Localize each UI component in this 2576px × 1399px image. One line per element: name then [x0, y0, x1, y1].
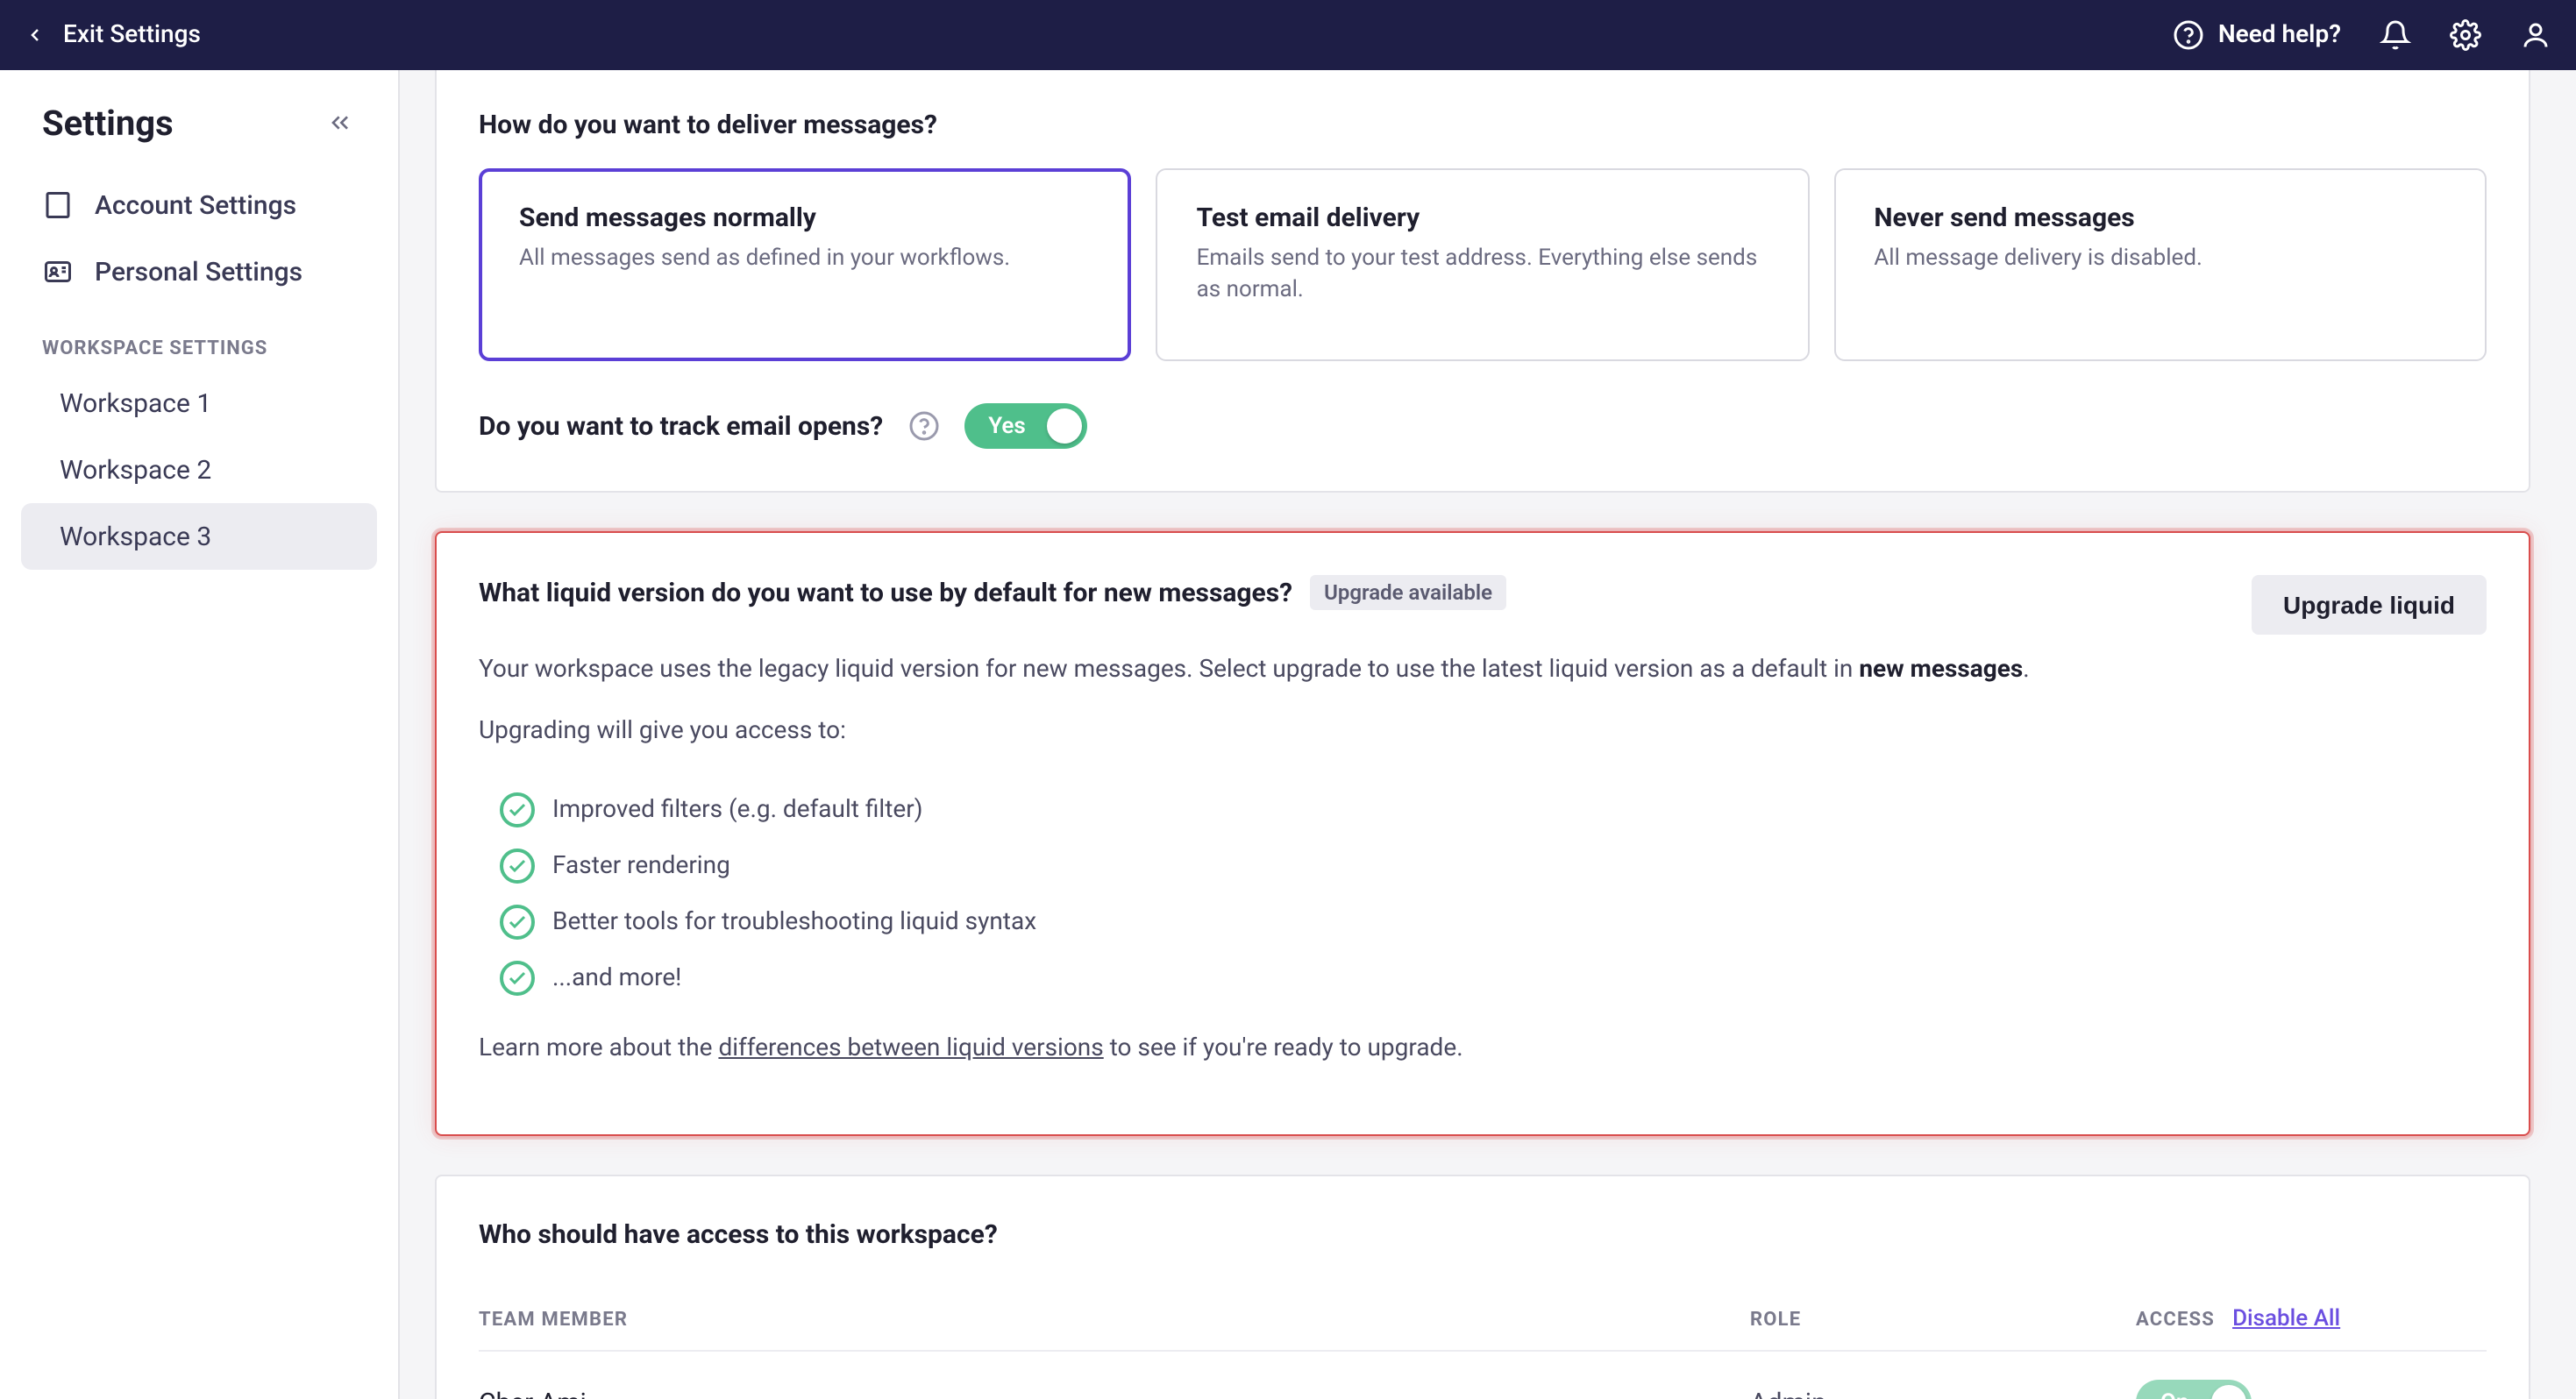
sidebar: Settings Account Settings Personal Setti…: [0, 70, 400, 1399]
building-icon: [42, 189, 74, 221]
liquid-versions-link[interactable]: differences between liquid versions: [718, 1034, 1103, 1062]
disable-all-link[interactable]: Disable All: [2232, 1306, 2340, 1332]
col-role: ROLE: [1750, 1308, 2136, 1331]
exit-settings-label: Exit Settings: [63, 21, 201, 49]
benefit-item: ...and more!: [500, 950, 2487, 1006]
delivery-panel: How do you want to deliver messages? Sen…: [435, 70, 2530, 493]
delivery-card-test[interactable]: Test email delivery Emails send to your …: [1156, 168, 1810, 361]
upgrade-available-pill: Upgrade available: [1310, 575, 1506, 610]
col-team-member: TEAM MEMBER: [479, 1308, 1750, 1331]
sidebar-title: Settings: [42, 102, 174, 144]
toggle-knob: [1046, 408, 1081, 444]
collapse-sidebar-icon[interactable]: [324, 107, 356, 138]
check-circle-icon: [500, 792, 535, 827]
check-circle-icon: [500, 961, 535, 996]
card-desc: All messages send as defined in your wor…: [519, 244, 1092, 275]
help-circle-icon[interactable]: [907, 410, 939, 442]
sidebar-workspace-1[interactable]: Workspace 1: [21, 370, 377, 437]
card-title: Send messages normally: [519, 202, 1092, 233]
sidebar-item-personal-settings[interactable]: Personal Settings: [21, 238, 377, 305]
track-opens-label: Do you want to track email opens?: [479, 410, 883, 442]
content-area: How do you want to deliver messages? Sen…: [400, 70, 2576, 1399]
check-circle-icon: [500, 849, 535, 884]
sidebar-workspace-label: Workspace 2: [60, 454, 211, 486]
sidebar-workspace-3[interactable]: Workspace 3: [21, 503, 377, 570]
toggle-label: Yes: [964, 413, 1026, 439]
upgrade-liquid-button[interactable]: Upgrade liquid: [2252, 575, 2487, 635]
help-circle-icon: [2173, 19, 2204, 51]
benefit-item: Better tools for troubleshooting liquid …: [500, 894, 2487, 950]
exit-settings-link[interactable]: Exit Settings: [25, 21, 201, 49]
table-row: Cher Ami Admin On: [479, 1352, 2487, 1399]
sidebar-section-workspace: WORKSPACE SETTINGS: [21, 305, 377, 370]
liquid-desc: Your workspace uses the legacy liquid ve…: [479, 652, 2487, 689]
delivery-question: How do you want to deliver messages?: [479, 109, 2487, 140]
liquid-benefits-list: Improved filters (e.g. default filter) F…: [479, 775, 2487, 1013]
liquid-version-panel: What liquid version do you want to use b…: [435, 531, 2530, 1136]
gear-icon[interactable]: [2450, 19, 2481, 51]
toggle-label: On: [2136, 1389, 2188, 1399]
track-opens-toggle[interactable]: Yes: [964, 403, 1086, 449]
sidebar-workspace-label: Workspace 1: [60, 387, 211, 419]
card-title: Never send messages: [1874, 202, 2446, 233]
liquid-learn-more: Learn more about the differences between…: [479, 1031, 2487, 1068]
delivery-card-never[interactable]: Never send messages All message delivery…: [1833, 168, 2487, 361]
member-role: Admin: [1750, 1387, 2136, 1399]
topbar-actions: Need help?: [2173, 19, 2551, 51]
sidebar-item-account-settings[interactable]: Account Settings: [21, 172, 377, 238]
card-desc: All message delivery is disabled.: [1874, 244, 2446, 275]
liquid-benefits-intro: Upgrading will give you access to:: [479, 714, 2487, 750]
benefit-item: Improved filters (e.g. default filter): [500, 782, 2487, 838]
delivery-card-normal[interactable]: Send messages normally All messages send…: [479, 168, 1132, 361]
member-access-toggle[interactable]: On: [2136, 1380, 2252, 1399]
toggle-knob: [2211, 1385, 2246, 1399]
need-help-link[interactable]: Need help?: [2173, 19, 2341, 51]
user-icon[interactable]: [2520, 19, 2551, 51]
chevron-left-icon: [25, 23, 49, 47]
member-name: Cher Ami: [479, 1387, 1750, 1399]
topbar: Exit Settings Need help?: [0, 0, 2576, 70]
sidebar-workspace-2[interactable]: Workspace 2: [21, 437, 377, 503]
sidebar-workspace-label: Workspace 3: [60, 521, 211, 552]
access-question: Who should have access to this workspace…: [479, 1218, 2487, 1250]
liquid-question: What liquid version do you want to use b…: [479, 577, 1292, 608]
card-desc: Emails send to your test address. Everyt…: [1197, 244, 1769, 308]
col-access: ACCESS: [2136, 1308, 2215, 1331]
card-title: Test email delivery: [1197, 202, 1769, 233]
need-help-label: Need help?: [2218, 21, 2341, 49]
sidebar-item-label: Personal Settings: [95, 256, 302, 288]
sidebar-item-label: Account Settings: [95, 189, 296, 221]
access-panel: Who should have access to this workspace…: [435, 1175, 2530, 1399]
id-card-icon: [42, 256, 74, 288]
bell-icon[interactable]: [2380, 19, 2411, 51]
check-circle-icon: [500, 905, 535, 940]
benefit-item: Faster rendering: [500, 838, 2487, 894]
